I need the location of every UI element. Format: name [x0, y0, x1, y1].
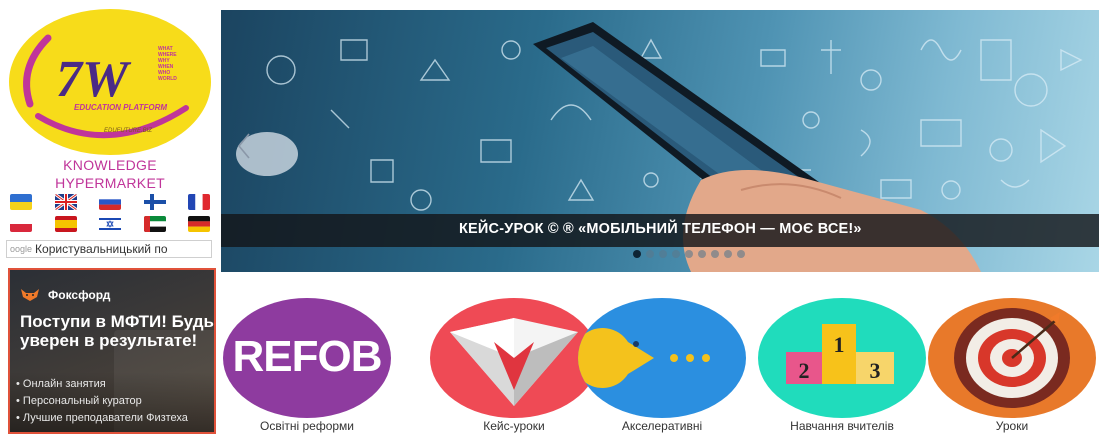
site-logo[interactable]: 7W WHAT WHERE WHY WHEN WHO WORLD EDUCATI… — [8, 8, 212, 156]
ad-bullet: Лучшие преподаватели Физтеха — [16, 410, 188, 427]
reforms-circle: REFOB — [223, 298, 391, 418]
germany-flag[interactable] — [188, 216, 210, 232]
pacman-icon — [578, 328, 710, 388]
ad-brand-name: Фоксфорд — [48, 288, 111, 302]
slide-caption-bar: КЕЙС-УРОК © ® «МОБІЛЬНИЙ ТЕЛЕФОН — МОЄ В… — [221, 214, 1099, 247]
ukraine-flag[interactable] — [10, 194, 32, 210]
hero-slider[interactable]: КЕЙС-УРОК © ® «МОБІЛЬНИЙ ТЕЛЕФОН — МОЄ В… — [221, 10, 1099, 272]
poland-flag[interactable] — [10, 216, 32, 232]
site-title-line-2: HYPERMARKET — [55, 175, 165, 191]
tile-label: Акселеративні — [621, 419, 703, 433]
tile-label: Уроки — [995, 419, 1029, 433]
finland-flag[interactable] — [143, 194, 166, 210]
israel-flag[interactable] — [99, 216, 121, 232]
logo-site: EDUFUTURE.BIZ — [104, 128, 152, 134]
case-lesson-icon — [450, 318, 578, 406]
tile-teacher-training[interactable]: 1 2 3 Навчання вчителів — [757, 298, 927, 433]
search-placeholder: Користувальницький по — [35, 242, 168, 256]
accelerative-circle — [578, 298, 746, 418]
logo-platform: EDUCATION PLATFORM — [74, 103, 167, 112]
slider-dots — [633, 250, 745, 258]
target-icon — [954, 308, 1070, 408]
tile-education-reforms[interactable]: REFOB Освітні реформи — [222, 298, 392, 433]
slider-dot[interactable] — [685, 250, 693, 258]
tile-label: Освітні реформи — [259, 419, 355, 433]
slider-dot[interactable] — [737, 250, 745, 258]
case-circle — [430, 298, 598, 418]
language-flags — [6, 194, 214, 238]
logo-mark: 7W — [56, 51, 132, 108]
slider-dot[interactable] — [659, 250, 667, 258]
svg-text:WORLD: WORLD — [158, 76, 177, 82]
lessons-circle — [928, 298, 1096, 418]
slider-dot[interactable] — [711, 250, 719, 258]
podium-third: 3 — [870, 358, 881, 383]
ad-bullet: Персональный куратор — [16, 393, 188, 410]
slider-prev-button[interactable] — [236, 132, 298, 176]
tile-lessons[interactable]: Уроки — [927, 298, 1097, 433]
slider-dot[interactable] — [633, 250, 641, 258]
russia-flag[interactable] — [99, 194, 121, 210]
ad-brand: Фоксфорд — [20, 288, 110, 302]
ad-headline: Поступи в МФТИ! Будь уверен в результате… — [20, 312, 214, 350]
chevron-left-icon — [237, 133, 250, 159]
slider-dot[interactable] — [724, 250, 732, 258]
teacher-circle: 1 2 3 — [758, 298, 926, 418]
uk-flag[interactable] — [54, 194, 77, 210]
spain-flag[interactable] — [54, 216, 77, 232]
podium-icon: 1 2 3 — [786, 324, 894, 384]
podium-second: 2 — [799, 358, 810, 383]
fox-icon — [21, 289, 39, 301]
tile-accelerative[interactable]: Акселеративні — [577, 298, 747, 433]
tile-label: Кейс-уроки — [483, 419, 545, 433]
google-label: oogle — [10, 244, 33, 254]
ad-bullet: Онлайн занятия — [16, 376, 188, 393]
slider-dot[interactable] — [698, 250, 706, 258]
uae-flag[interactable] — [143, 216, 166, 232]
logo-graphic: 7W WHAT WHERE WHY WHEN WHO WORLD EDUCATI… — [9, 9, 211, 155]
slider-dot[interactable] — [672, 250, 680, 258]
site-title-line-1: KNOWLEDGE — [63, 157, 157, 173]
slide-caption[interactable]: КЕЙС-УРОК © ® «МОБІЛЬНИЙ ТЕЛЕФОН — МОЄ В… — [459, 221, 862, 237]
tile-case-lessons[interactable]: Кейс-уроки — [429, 298, 599, 433]
custom-search-input[interactable]: oogle Користувальницький по — [6, 240, 212, 258]
podium-first: 1 — [834, 332, 845, 357]
slider-dot[interactable] — [646, 250, 654, 258]
refob-logo-text: REFOB — [232, 332, 383, 381]
tile-label: Навчання вчителів — [790, 419, 894, 433]
france-flag[interactable] — [188, 194, 210, 210]
site-title: KNOWLEDGE HYPERMARKET — [8, 156, 212, 192]
foxford-ad-banner[interactable]: Фоксфорд Поступи в МФТИ! Будь уверен в р… — [8, 268, 216, 434]
ad-bullets: Онлайн занятия Персональный куратор Лучш… — [16, 376, 188, 427]
